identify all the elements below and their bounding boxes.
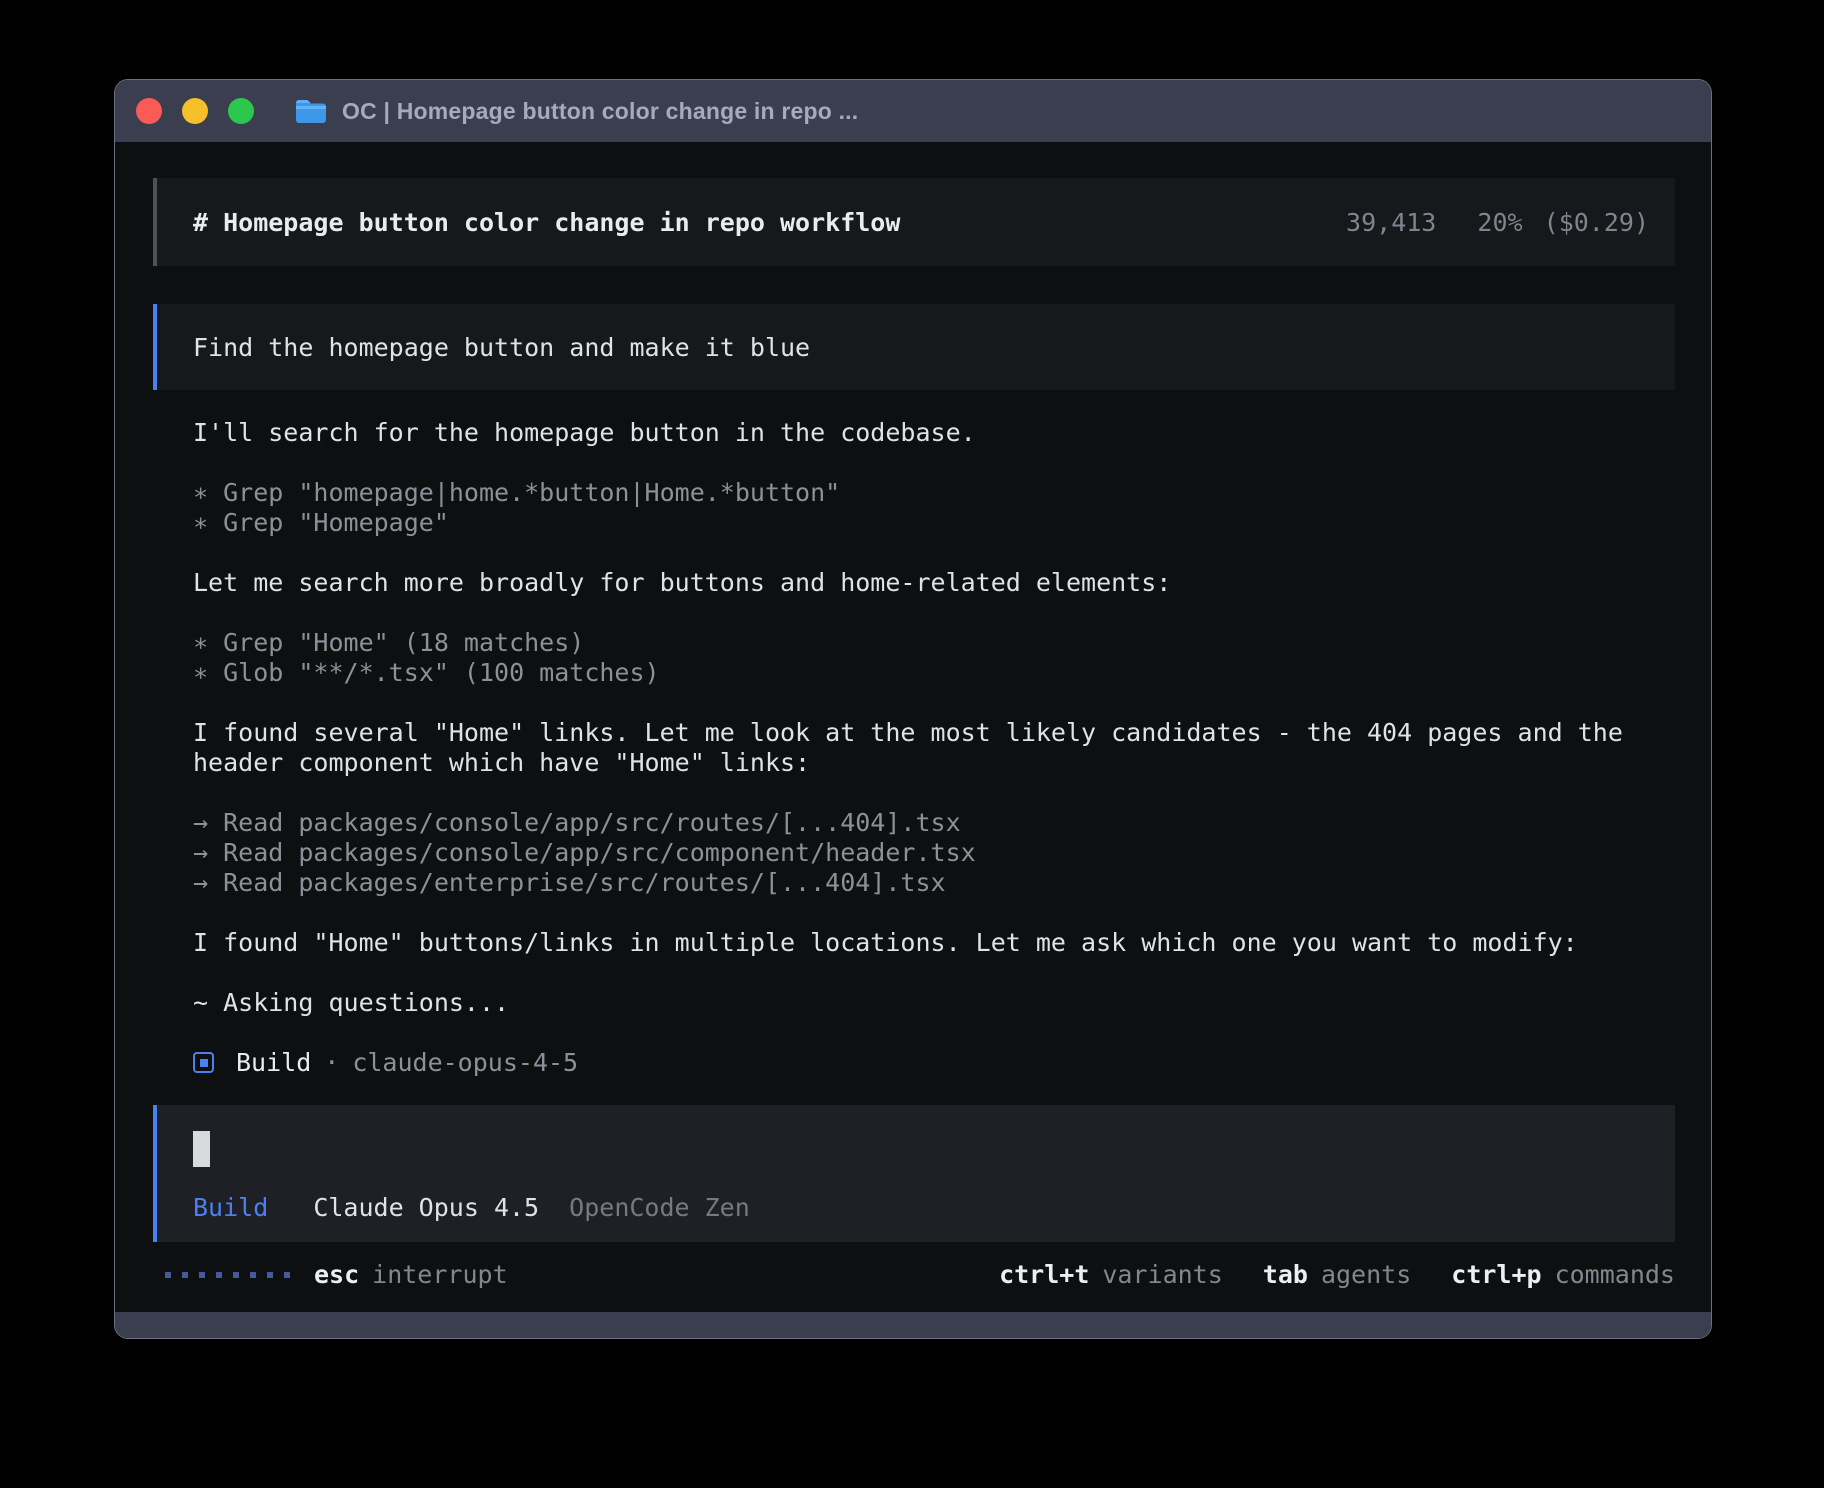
assistant-text: Let me search more broadly for buttons a… (193, 568, 1677, 598)
agent-model: claude-opus-4-5 (352, 1048, 578, 1077)
status-asking-questions: ~ Asking questions... (193, 988, 1677, 1018)
agent-name: Build (236, 1048, 311, 1077)
session-activity-dots (165, 1272, 290, 1278)
tool-call-read: → Read packages/console/app/src/componen… (193, 838, 1677, 868)
progress-dot (250, 1272, 256, 1278)
esc-key-hint: esc (314, 1260, 359, 1289)
progress-dot (165, 1272, 171, 1278)
tool-call-grep: ∗ Grep "Home" (18 matches) (193, 628, 1677, 658)
progress-dot (233, 1272, 239, 1278)
agent-badge: Build · claude-opus-4-5 (193, 1048, 1677, 1077)
progress-dot (267, 1272, 273, 1278)
status-bar: esc interrupt ctrl+t variants tab agents… (153, 1260, 1675, 1289)
tool-call-grep: ∗ Grep "Homepage" (193, 508, 1677, 538)
assistant-text: I found several "Home" links. Let me loo… (193, 718, 1677, 778)
agent-build-icon (193, 1052, 214, 1073)
traffic-lights (136, 98, 254, 124)
session-cost: ($0.29) (1544, 208, 1649, 237)
session-stats: 39,413 20% ($0.29) (1346, 208, 1649, 237)
progress-dot (182, 1272, 188, 1278)
user-message: Find the homepage button and make it blu… (153, 304, 1675, 390)
shortcut-hints: ctrl+t variants tab agents ctrl+p comman… (999, 1260, 1675, 1289)
assistant-transcript: I'll search for the homepage button in t… (153, 418, 1677, 1077)
window-bottom-bar (115, 1312, 1711, 1338)
tool-call-glob: ∗ Glob "**/*.tsx" (100 matches) (193, 658, 1677, 688)
minimize-button[interactable] (182, 98, 208, 124)
agent-separator: · (324, 1048, 339, 1077)
close-button[interactable] (136, 98, 162, 124)
model-name: Claude Opus 4.5 (313, 1193, 539, 1222)
shortcut-key: ctrl+p (1451, 1260, 1541, 1289)
progress-dot (199, 1272, 205, 1278)
titlebar[interactable]: OC | Homepage button color change in rep… (115, 80, 1711, 142)
user-message-text: Find the homepage button and make it blu… (193, 333, 810, 362)
shortcut-label: variants (1102, 1260, 1222, 1289)
shortcut-label: commands (1555, 1260, 1675, 1289)
session-title: # Homepage button color change in repo w… (193, 208, 900, 237)
shortcut-key: ctrl+t (999, 1260, 1089, 1289)
session-header: # Homepage button color change in repo w… (153, 178, 1675, 266)
tool-call-read: → Read packages/enterprise/src/routes/[.… (193, 868, 1677, 898)
tool-call-grep: ∗ Grep "homepage|home.*button|Home.*butt… (193, 478, 1677, 508)
zoom-button[interactable] (228, 98, 254, 124)
terminal-content: # Homepage button color change in repo w… (115, 142, 1711, 1312)
shortcut-key: tab (1263, 1260, 1308, 1289)
status-left: esc interrupt (165, 1260, 508, 1289)
prompt-input[interactable]: Build Claude Opus 4.5 OpenCode Zen (153, 1105, 1675, 1242)
shortcut-label: agents (1321, 1260, 1411, 1289)
assistant-text: I found "Home" buttons/links in multiple… (193, 928, 1677, 958)
esc-key-action: interrupt (372, 1260, 507, 1289)
folder-icon (294, 97, 328, 125)
assistant-text: I'll search for the homepage button in t… (193, 418, 1677, 448)
shortcut-agents: tab agents (1263, 1260, 1411, 1289)
shortcut-commands: ctrl+p commands (1451, 1260, 1675, 1289)
progress-dot (284, 1272, 290, 1278)
tool-call-read: → Read packages/console/app/src/routes/[… (193, 808, 1677, 838)
agent-mode-label: Build (193, 1193, 268, 1222)
progress-dot (216, 1272, 222, 1278)
terminal-window: OC | Homepage button color change in rep… (114, 79, 1712, 1339)
model-status-line: Build Claude Opus 4.5 OpenCode Zen (193, 1193, 1675, 1222)
context-percent: 20% (1477, 208, 1522, 237)
model-provider: OpenCode Zen (569, 1193, 750, 1222)
text-cursor (193, 1131, 210, 1167)
shortcut-variants: ctrl+t variants (999, 1260, 1223, 1289)
token-count: 39,413 (1346, 208, 1436, 237)
window-title: OC | Homepage button color change in rep… (342, 98, 858, 125)
